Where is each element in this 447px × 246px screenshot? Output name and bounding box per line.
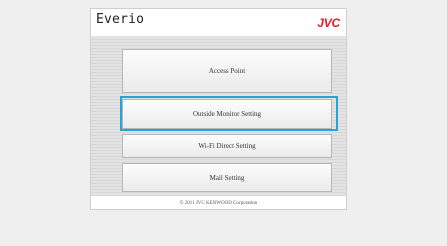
header: Everio JVC xyxy=(91,9,346,37)
outside-monitor-setting-label: Outside Monitor Setting xyxy=(192,110,262,118)
mail-setting-label: Mail Setting xyxy=(209,173,245,182)
wifi-direct-setting-label: Wi-Fi Direct Setting xyxy=(198,142,256,150)
access-point-label: Access Point xyxy=(208,67,246,75)
settings-panel: Everio JVC Access Point Outside Monitor … xyxy=(90,8,347,210)
footer: © 2011 JVC KENWOOD Corporation xyxy=(91,197,346,209)
wifi-direct-setting-button[interactable]: Wi-Fi Direct Setting xyxy=(122,134,332,158)
outside-monitor-setting-button[interactable]: Outside Monitor Setting xyxy=(122,99,332,129)
copyright-text: © 2011 JVC KENWOOD Corporation xyxy=(179,200,258,206)
access-point-button[interactable]: Access Point xyxy=(122,49,332,93)
menu-area: Access Point Outside Monitor Setting Wi-… xyxy=(91,37,346,196)
mail-setting-button[interactable]: Mail Setting xyxy=(122,163,332,192)
jvc-logo: JVC xyxy=(317,16,340,30)
brand-title: Everio xyxy=(96,12,145,27)
